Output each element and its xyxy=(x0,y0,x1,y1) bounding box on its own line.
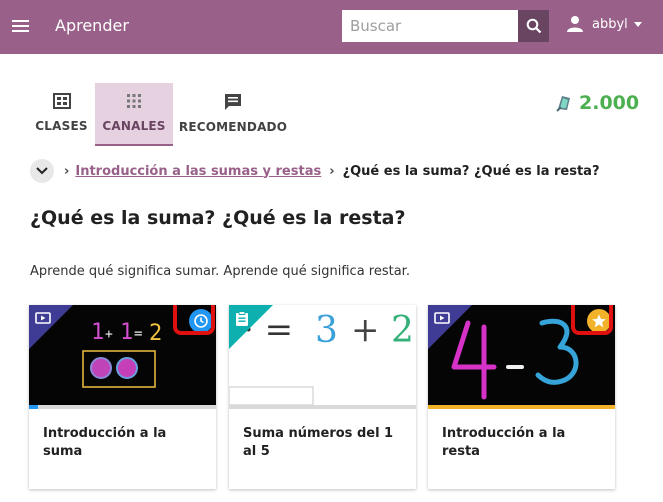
search-icon xyxy=(526,18,541,34)
progress-bar xyxy=(229,405,416,409)
progress-bar xyxy=(29,405,216,409)
search-button[interactable] xyxy=(518,10,549,42)
chevron-down-icon xyxy=(36,167,48,175)
points-icon xyxy=(556,96,570,112)
video-icon xyxy=(434,312,450,324)
svg-text:3: 3 xyxy=(315,310,338,351)
svg-text:2: 2 xyxy=(149,321,162,346)
recommended-chat-icon xyxy=(225,94,241,110)
breadcrumb-current: ¿Qué es la suma? ¿Qué es la resta? xyxy=(342,163,600,179)
breadcrumb: › Introducción a las sumas y restas › ¿Q… xyxy=(30,159,600,183)
topic-description: Aprende qué significa sumar. Aprende qué… xyxy=(30,264,410,279)
content-card[interactable]: Introducción a la resta xyxy=(428,305,615,489)
tab-classes[interactable]: CLASES xyxy=(28,83,95,146)
user-name: abbyl xyxy=(592,16,628,32)
svg-text:1: 1 xyxy=(91,320,104,345)
tab-label: RECOMENDADO xyxy=(178,120,288,134)
menu-icon[interactable] xyxy=(12,17,32,37)
user-menu[interactable]: abbyl xyxy=(566,15,642,33)
svg-text:+: + xyxy=(351,310,380,350)
svg-text:=: = xyxy=(134,326,142,342)
breadcrumb-separator: › xyxy=(64,163,70,179)
user-icon xyxy=(567,16,583,32)
channels-grid-icon xyxy=(127,94,141,108)
points-display: 2.000 xyxy=(554,92,639,114)
app-bar: Aprender abbyl xyxy=(0,0,663,54)
breadcrumb-separator: › xyxy=(329,163,335,179)
svg-text:1: 1 xyxy=(120,320,133,345)
svg-text:+: + xyxy=(105,327,113,342)
tab-recommended[interactable]: RECOMENDADO xyxy=(173,83,293,146)
search-box xyxy=(342,10,549,42)
tab-channels[interactable]: CANALES xyxy=(95,83,173,146)
points-value: 2.000 xyxy=(579,92,640,114)
breadcrumb-parent-link[interactable]: Introducción a las sumas y restas xyxy=(75,164,321,179)
breadcrumb-toggle[interactable] xyxy=(30,159,54,183)
content-card[interactable]: 1 + 1 = 2 Introducción a la suma xyxy=(29,305,216,489)
video-icon xyxy=(35,312,51,324)
card-title: Introducción a la suma xyxy=(43,426,167,459)
exercise-icon xyxy=(236,311,248,326)
progress-bar xyxy=(428,405,615,409)
card-title: Introducción a la resta xyxy=(442,426,566,459)
page-title: ¿Qué es la suma? ¿Qué es la resta? xyxy=(30,207,406,229)
content-card[interactable]: · = 3 + 2 Suma números del 1 al 5 xyxy=(229,305,416,489)
card-title: Suma números del 1 al 5 xyxy=(243,426,394,459)
tab-label: CANALES xyxy=(102,119,166,133)
highlight-box xyxy=(173,305,215,335)
nav-tabs: CLASES CANALES RECOMENDADO xyxy=(28,83,293,146)
svg-text:2: 2 xyxy=(391,310,414,351)
search-input[interactable] xyxy=(342,10,518,42)
classes-icon xyxy=(52,93,71,109)
chevron-down-icon xyxy=(633,21,642,27)
highlight-box xyxy=(571,305,613,335)
app-title: Aprender xyxy=(55,16,129,35)
tab-label: CLASES xyxy=(35,119,88,133)
